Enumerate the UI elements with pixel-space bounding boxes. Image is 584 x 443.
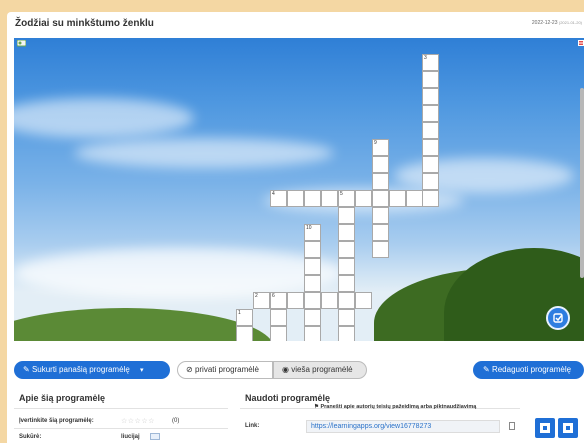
cloud	[74, 138, 334, 168]
author-label: Sukūrė:	[19, 434, 42, 440]
eye-slash-icon: ⊘	[186, 365, 193, 374]
app-frame[interactable]: 3 9 4 5 10 2 6 1	[14, 38, 584, 341]
rate-label: Įvertinkite šią programėlę:	[19, 418, 94, 424]
hill	[14, 308, 274, 341]
crossword-cell[interactable]	[321, 190, 338, 207]
frame-scrollbar[interactable]	[580, 88, 584, 278]
clue-number: 4	[272, 191, 275, 197]
clue-number: 5	[340, 191, 343, 197]
crossword-cell[interactable]	[422, 105, 439, 122]
pencil-icon: ✎	[483, 365, 490, 374]
crossword-cell[interactable]: 5	[338, 190, 355, 207]
divider	[14, 408, 228, 409]
crossword-cell[interactable]: 1	[236, 309, 253, 326]
help-icon[interactable]	[17, 40, 26, 48]
crossword-cell[interactable]	[304, 190, 321, 207]
crossword-cell[interactable]	[338, 292, 355, 309]
clue-number: 10	[306, 225, 312, 231]
check-icon	[553, 313, 563, 323]
copy-icon[interactable]	[509, 422, 515, 430]
use-title: Naudoti programėlę	[245, 393, 331, 403]
crossword-cell[interactable]: 10	[304, 224, 321, 241]
crossword-cell[interactable]	[372, 173, 389, 190]
caret-down-icon: ▾	[140, 367, 144, 374]
crossword-cell[interactable]	[270, 309, 287, 326]
clue-number: 6	[272, 293, 275, 299]
crossword-cell[interactable]	[321, 292, 338, 309]
rating-stars[interactable]: ☆☆☆☆☆	[121, 417, 155, 425]
about-title: Apie šią programėlę	[19, 393, 106, 403]
fullscreen-icon[interactable]	[578, 40, 584, 46]
cloud	[14, 98, 194, 138]
crossword-cell[interactable]	[389, 190, 406, 207]
edit-app-button[interactable]: ✎ Redaguoti programėlę	[473, 361, 584, 379]
clue-number: 3	[424, 55, 427, 61]
crossword-cell[interactable]	[355, 292, 372, 309]
crossword-cell[interactable]	[338, 207, 355, 224]
crossword-cell[interactable]	[422, 122, 439, 139]
crossword-cell[interactable]	[338, 241, 355, 258]
clue-number: 1	[238, 310, 241, 316]
crossword-cell[interactable]	[338, 258, 355, 275]
flag-icon: ⚑	[314, 404, 319, 410]
crossword-cell[interactable]	[422, 173, 439, 190]
crossword-cell[interactable]: 3	[422, 54, 439, 71]
crossword-cell[interactable]	[355, 190, 372, 207]
crossword-cell[interactable]: 6	[270, 292, 287, 309]
crossword-cell[interactable]	[372, 156, 389, 173]
rating-count: (0)	[172, 418, 180, 424]
cloud	[14, 248, 344, 298]
date-small: (2021-01-20)	[558, 20, 582, 25]
title-bar: Žodžiai su minkštumo ženklu 2022-12-23 (…	[7, 12, 584, 34]
crossword-cell[interactable]	[422, 71, 439, 88]
edit-icon: ✎	[23, 365, 30, 374]
crossword-cell[interactable]	[338, 309, 355, 326]
divider	[14, 428, 228, 429]
crossword-cell[interactable]	[304, 275, 321, 292]
crossword-cell[interactable]	[338, 326, 355, 341]
report-link[interactable]: ⚑ Pranešti apie autorių teisių pažeidimą…	[314, 404, 476, 410]
private-toggle[interactable]: ⊘ privati programėlė	[177, 361, 273, 379]
crossword-cell[interactable]	[304, 292, 321, 309]
crossword-cell[interactable]	[270, 326, 287, 341]
link-field[interactable]: https://learningapps.org/view16778273	[306, 420, 500, 433]
qr-code-icon[interactable]	[535, 418, 555, 438]
crossword-cell[interactable]	[304, 326, 321, 341]
crossword-cell[interactable]	[304, 258, 321, 275]
clue-number: 2	[255, 293, 258, 299]
crossword-cell[interactable]: 4	[270, 190, 287, 207]
crossword-cell[interactable]	[422, 156, 439, 173]
crossword-cell[interactable]	[287, 190, 304, 207]
page-title: Žodžiai su minkštumo ženklu	[15, 18, 154, 29]
clue-number: 9	[374, 140, 377, 146]
cloud	[394, 158, 574, 193]
mail-icon[interactable]	[150, 433, 160, 440]
crossword-cell[interactable]	[287, 292, 304, 309]
link-label: Link:	[245, 423, 260, 429]
crossword-cell[interactable]	[304, 309, 321, 326]
crossword-cell[interactable]	[338, 275, 355, 292]
eye-icon: ◉	[282, 365, 289, 374]
crossword-cell[interactable]	[422, 139, 439, 156]
crossword-cell[interactable]: 2	[253, 292, 270, 309]
public-toggle[interactable]: ◉ vieša programėlė	[273, 361, 367, 379]
crossword-cell[interactable]: 9	[372, 139, 389, 156]
date-value: 2022-12-23	[531, 20, 558, 26]
crossword-cell[interactable]	[372, 224, 389, 241]
author-name[interactable]: liucijaj	[121, 434, 140, 440]
qr-code-icon[interactable]	[558, 418, 578, 438]
crossword-cell[interactable]	[422, 190, 439, 207]
crossword-cell[interactable]	[372, 190, 389, 207]
crossword-cell[interactable]	[338, 224, 355, 241]
crossword-cell[interactable]	[406, 190, 423, 207]
crossword-cell[interactable]	[236, 326, 253, 341]
crossword-cell[interactable]	[422, 88, 439, 105]
crossword-cell[interactable]	[372, 241, 389, 258]
crossword-cell[interactable]	[372, 207, 389, 224]
crossword-cell[interactable]	[304, 241, 321, 258]
check-button[interactable]	[546, 306, 570, 330]
date-label: 2022-12-23 (2021-01-20)	[532, 20, 582, 26]
create-similar-button[interactable]: ✎ Sukurti panašią programėlę ▾	[14, 361, 170, 379]
